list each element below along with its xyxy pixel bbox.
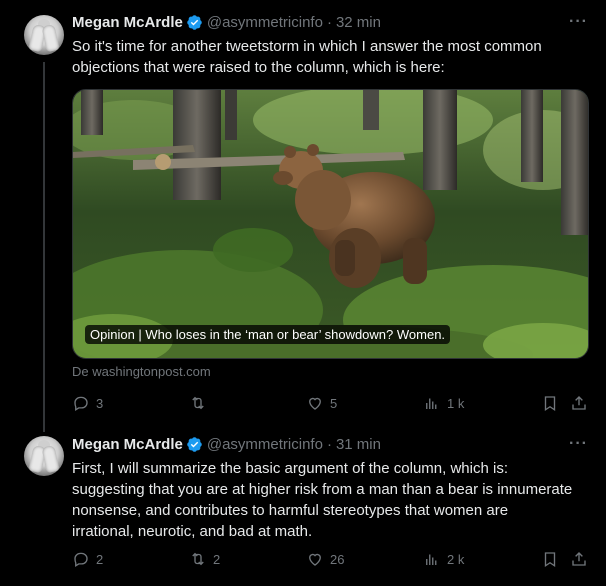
tweet-text: First, I will summarize the basic argume… <box>72 458 592 542</box>
share-button[interactable] <box>570 394 588 412</box>
bookmark-button[interactable] <box>541 550 559 568</box>
timestamp[interactable]: 31 min <box>336 436 381 453</box>
reply-count: 2 <box>96 551 104 567</box>
separator-dot: · <box>326 436 332 453</box>
more-options-button[interactable]: ··· <box>569 13 588 31</box>
repost-button[interactable]: 2 <box>189 550 220 568</box>
link-card-title: Opinion | Who loses in the ‘man or bear’… <box>85 325 451 344</box>
tweet-header: Megan McArdle @asymmetricinfo · 31 min <box>72 436 381 453</box>
tweet-text-line: irrational, neurotic, and bad at math. <box>72 523 313 540</box>
avatar[interactable] <box>24 15 64 55</box>
tweet-1[interactable]: Megan McArdle @asymmetricinfo · 32 min ·… <box>0 0 606 432</box>
tweet-text-line: First, I will summarize the basic argume… <box>72 460 508 477</box>
tweet-text-line: So it's time for another tweetstorm in w… <box>72 38 542 55</box>
tweet-header: Megan McArdle @asymmetricinfo · 32 min <box>72 14 381 31</box>
action-bar: 3 5 1 k <box>72 394 592 414</box>
reply-button[interactable]: 2 <box>72 550 103 568</box>
share-icon <box>572 396 586 410</box>
repost-icon <box>192 396 204 410</box>
views-button[interactable]: 2 k <box>423 550 464 568</box>
more-options-button[interactable]: ··· <box>569 435 588 453</box>
verified-badge-icon <box>187 437 202 452</box>
tweet-2[interactable]: Megan McArdle @asymmetricinfo · 31 min ·… <box>0 430 606 586</box>
like-count: 26 <box>330 551 345 567</box>
like-button[interactable]: 5 <box>306 394 337 412</box>
analytics-icon <box>426 398 437 409</box>
tweet-text-line: suggesting that you are at higher risk f… <box>72 481 573 498</box>
bookmark-icon <box>544 396 556 412</box>
like-count: 5 <box>330 395 338 411</box>
avatar[interactable] <box>24 436 64 476</box>
author-handle[interactable]: @asymmetricinfo <box>207 14 323 31</box>
analytics-icon <box>426 554 437 565</box>
repost-button[interactable] <box>189 394 213 412</box>
bookmark-icon <box>544 552 556 568</box>
heart-icon <box>309 553 321 566</box>
tweet-text: So it's time for another tweetstorm in w… <box>72 36 572 78</box>
reply-button[interactable]: 3 <box>72 394 103 412</box>
action-bar: 2 2 26 2 k <box>72 550 592 570</box>
view-count: 2 k <box>447 551 465 567</box>
reply-icon <box>74 396 88 411</box>
link-preview-card[interactable]: Opinion | Who loses in the ‘man or bear’… <box>72 89 589 359</box>
tweet-text-line: objections that were raised to the colum… <box>72 59 445 76</box>
verified-badge-icon <box>187 15 202 30</box>
heart-icon <box>309 397 321 410</box>
bear-in-forest-image <box>73 90 588 358</box>
reply-icon <box>74 552 88 567</box>
thread-connector-line <box>43 62 45 432</box>
author-name[interactable]: Megan McArdle <box>72 14 183 31</box>
view-count: 1 k <box>447 395 465 411</box>
author-handle[interactable]: @asymmetricinfo <box>207 436 323 453</box>
tweet-text-line: nonsense, and contributes to harmful ste… <box>72 502 509 519</box>
repost-icon <box>192 552 204 566</box>
bookmark-button[interactable] <box>541 394 559 412</box>
views-button[interactable]: 1 k <box>423 394 464 412</box>
share-icon <box>572 552 586 566</box>
author-name[interactable]: Megan McArdle <box>72 436 183 453</box>
timestamp[interactable]: 32 min <box>336 14 381 31</box>
repost-count: 2 <box>213 551 221 567</box>
separator-dot: · <box>326 14 332 31</box>
reply-count: 3 <box>96 395 104 411</box>
share-button[interactable] <box>570 550 588 568</box>
like-button[interactable]: 26 <box>306 550 344 568</box>
link-source[interactable]: De washingtonpost.com <box>72 364 211 379</box>
